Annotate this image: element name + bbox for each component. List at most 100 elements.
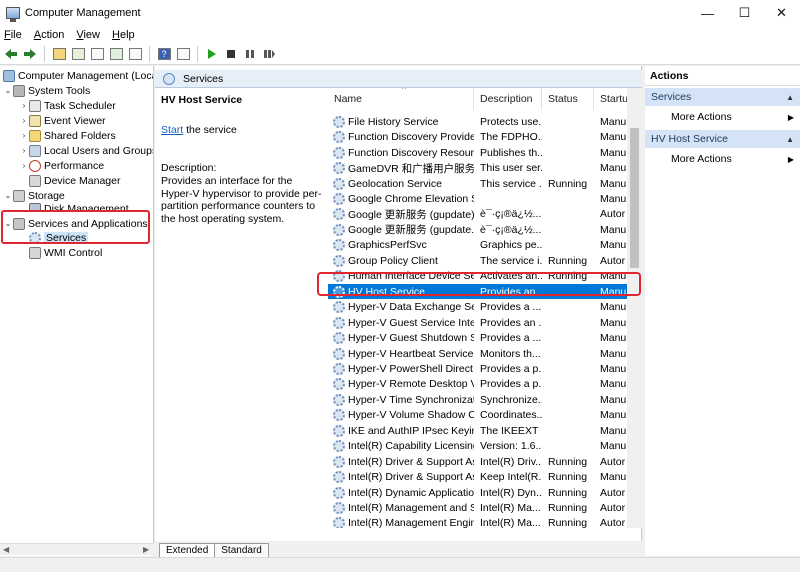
services-vertical-scrollbar[interactable] [627, 88, 642, 528]
collapse-up-icon[interactable]: ▲ [786, 93, 794, 102]
description-text: Provides an interface for the Hyper-V hy… [161, 175, 322, 225]
tree-item-storage[interactable]: ⌄ Storage [3, 188, 65, 203]
tree-item-computer-management[interactable]: Computer Management (Local [3, 68, 153, 83]
chevron-right-icon[interactable]: › [19, 116, 29, 125]
tree-item-task-scheduler[interactable]: › Task Scheduler [19, 98, 116, 113]
service-gear-icon [333, 455, 345, 468]
restart-service-button[interactable] [261, 46, 277, 62]
tree-item-local-users[interactable]: › Local Users and Groups [19, 143, 153, 158]
chevron-down-icon[interactable]: ⌄ [3, 86, 13, 95]
window-title: Computer Management [25, 7, 141, 19]
shared-folders-icon [29, 129, 41, 142]
scroll-right-icon[interactable]: ▶ [143, 545, 149, 554]
chevron-right-icon[interactable]: › [19, 146, 29, 155]
tree-item-shared-folders[interactable]: › Shared Folders [19, 128, 116, 143]
forward-button[interactable] [22, 46, 38, 62]
more-actions-hv-host-service[interactable]: More Actions ▶ [645, 148, 800, 170]
actions-section-hv-host-service[interactable]: HV Host Service ▲ [645, 130, 800, 148]
table-row[interactable]: Google Chrome Elevation S... Manu [328, 191, 630, 207]
table-row[interactable]: Geolocation Service This service ... Runni… [328, 176, 630, 192]
chevron-right-icon[interactable]: › [19, 131, 29, 140]
table-row[interactable]: Hyper-V Guest Shutdown S... Provides a ..… [328, 330, 630, 346]
column-header-startup[interactable]: Startu [594, 88, 630, 110]
chevron-right-icon[interactable]: › [19, 101, 29, 110]
scroll-left-icon[interactable]: ◀ [3, 545, 9, 554]
up-level-button[interactable] [51, 46, 67, 62]
service-gear-icon [333, 193, 345, 205]
service-name-cell: Hyper-V Heartbeat Service [328, 347, 474, 360]
pause-icon [246, 49, 254, 58]
status-bar [0, 557, 800, 572]
table-row[interactable]: Hyper-V Volume Shadow C... Coordinates...… [328, 408, 630, 424]
service-startup-cell: Manu [600, 378, 627, 391]
table-row[interactable]: Function Discovery Provide... The FDPHO..… [328, 129, 630, 145]
table-row[interactable]: Google 更新服务 (gupdate) è¯·ç¡®ä¿½... Autor [328, 207, 630, 223]
export-list-button[interactable] [127, 46, 143, 62]
tree-item-event-viewer[interactable]: › Event Viewer [19, 113, 106, 128]
service-startup-cell: Autor [600, 208, 626, 221]
close-button[interactable]: ✕ [763, 0, 800, 26]
start-service-button[interactable] [204, 46, 220, 62]
minimize-button[interactable]: — [689, 0, 726, 26]
table-row[interactable]: Intel(R) Driver & Support As... Intel(R) … [328, 454, 630, 470]
services-header: Services [155, 70, 642, 88]
pause-service-button[interactable] [242, 46, 258, 62]
table-row[interactable]: Intel(R) Management and S... Intel(R) Ma.… [328, 500, 630, 516]
tree-item-performance[interactable]: › Performance [19, 158, 104, 173]
collapse-up-icon[interactable]: ▲ [786, 135, 794, 144]
show-hide-tree-button[interactable] [70, 46, 86, 62]
tab-extended[interactable]: Extended [159, 543, 216, 557]
tree-item-system-tools[interactable]: ⌄ System Tools [3, 83, 90, 98]
service-name-cell: Hyper-V Remote Desktop Vi... [328, 378, 474, 391]
service-gear-icon [333, 208, 345, 221]
service-gear-icon [333, 502, 345, 514]
table-row[interactable]: Intel(R) Driver & Support As... Keep Inte… [328, 469, 630, 485]
service-description-panel: HV Host Service Start the service Descri… [161, 94, 321, 225]
table-row[interactable]: Hyper-V Remote Desktop Vi... Provides a p… [328, 377, 630, 393]
action-pane-button[interactable] [175, 46, 191, 62]
refresh-button[interactable] [108, 46, 124, 62]
start-service-link[interactable]: Start [161, 124, 183, 136]
table-row[interactable]: Intel(R) Dynamic Applicatio... Intel(R) D… [328, 485, 630, 501]
service-name-cell: Google 更新服务 (gupdate... [328, 222, 474, 237]
table-row[interactable]: GraphicsPerfSvc Graphics pe... Manu [328, 238, 630, 254]
service-startup-cell: Autor [600, 517, 626, 528]
chevron-down-icon[interactable]: ⌄ [3, 191, 13, 200]
table-row[interactable]: Hyper-V Heartbeat Service Monitors th... M… [328, 346, 630, 362]
table-row[interactable]: Group Policy Client The service i... Runni… [328, 253, 630, 269]
service-description-cell: The FDPHO... [480, 131, 542, 144]
menu-view[interactable]: View [76, 29, 100, 41]
table-row[interactable]: Google 更新服务 (gupdate... è¯·ç¡®ä¿½... Manu [328, 222, 630, 238]
more-actions-services[interactable]: More Actions ▶ [645, 106, 800, 128]
back-button[interactable] [3, 46, 19, 62]
menu-help[interactable]: Help [112, 29, 135, 41]
table-row[interactable]: GameDVR 和广播用户服务... This user ser... Manu [328, 160, 630, 176]
table-row[interactable]: Function Discovery Resourc... Publishes t… [328, 145, 630, 161]
table-row[interactable]: Hyper-V PowerShell Direct ... Provides a … [328, 361, 630, 377]
maximize-button[interactable]: ☐ [726, 0, 763, 26]
properties-button[interactable] [89, 46, 105, 62]
menu-file[interactable]: File [4, 29, 22, 41]
help-button[interactable]: ? [156, 46, 172, 62]
table-row[interactable]: Hyper-V Time Synchronizati... Synchronize… [328, 392, 630, 408]
tab-standard[interactable]: Standard [214, 543, 269, 557]
table-row[interactable]: File History Service Protects use... Manu [328, 114, 630, 130]
stop-service-button[interactable] [223, 46, 239, 62]
tree-item-wmi-control[interactable]: WMI Control [29, 245, 102, 260]
service-gear-icon [333, 162, 345, 175]
menu-action[interactable]: Action [34, 29, 65, 41]
table-row[interactable]: Hyper-V Data Exchange Ser... Provides a .… [328, 299, 630, 315]
scrollbar-thumb[interactable] [630, 128, 639, 268]
column-header-name[interactable]: Name ^ [328, 88, 474, 110]
column-header-description[interactable]: Description [474, 88, 542, 110]
actions-section-services[interactable]: Services ▲ [645, 88, 800, 106]
table-row[interactable]: Intel(R) Management Engin... Intel(R) Ma.… [328, 516, 630, 528]
table-row[interactable]: IKE and AuthIP IPsec Keying... The IKEEXT… [328, 423, 630, 439]
service-startup-cell: Manu [600, 146, 627, 159]
table-row[interactable]: Hyper-V Guest Service Inter... Provides a… [328, 315, 630, 331]
column-header-status[interactable]: Status [542, 88, 594, 110]
tree-item-device-manager[interactable]: Device Manager [29, 173, 120, 188]
chevron-right-icon[interactable]: › [19, 161, 29, 170]
tree-horizontal-scrollbar[interactable]: ◀ ▶ [0, 543, 154, 555]
table-row[interactable]: Intel(R) Capability Licensing... Version:… [328, 438, 630, 454]
